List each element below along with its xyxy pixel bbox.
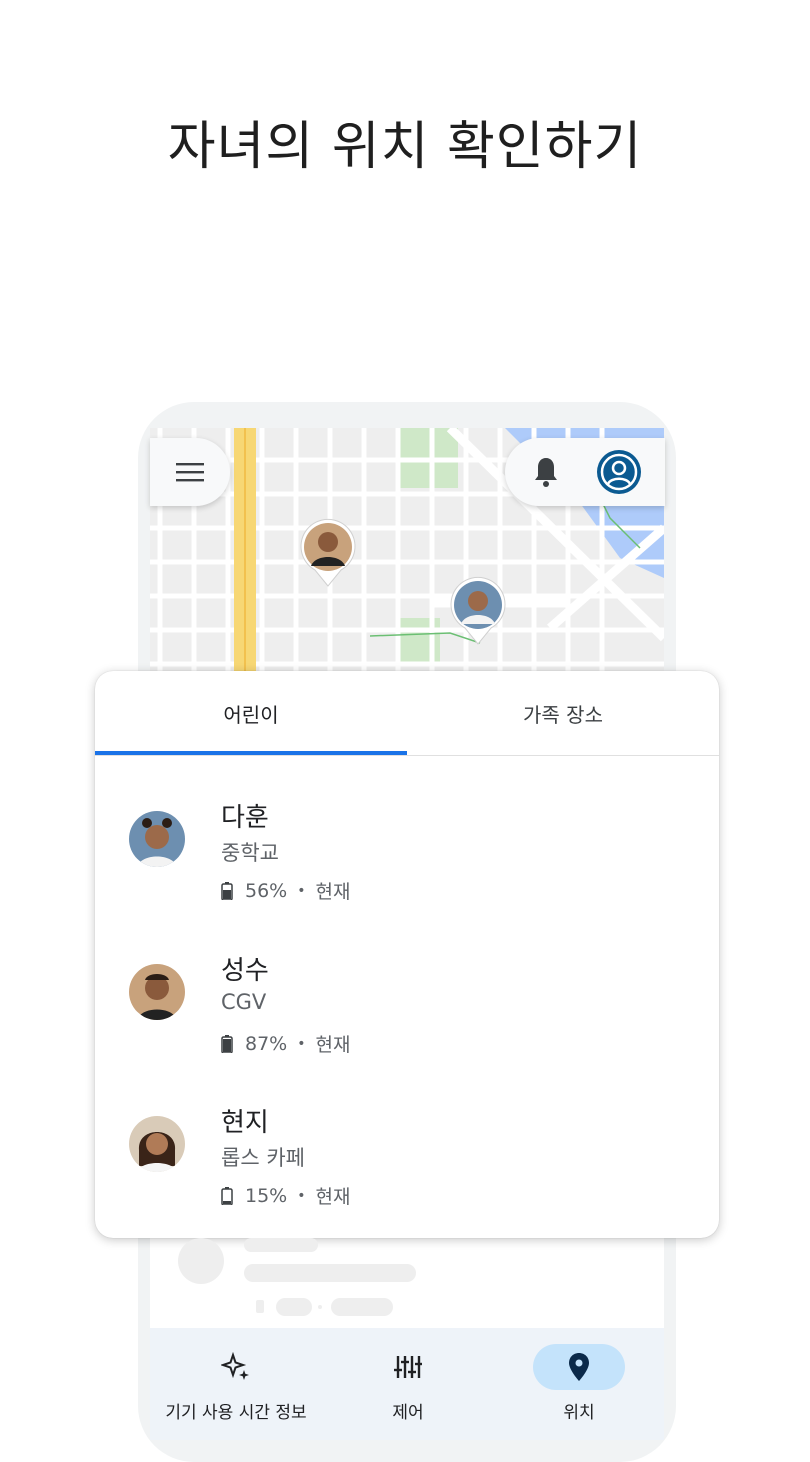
bell-icon[interactable] [533,456,559,488]
sparkle-icon [221,1352,249,1380]
tab-family-places[interactable]: 가족 장소 [407,671,719,755]
battery-level: 15% [245,1184,288,1207]
nav-controls[interactable]: 제어 [322,1328,494,1440]
list-item[interactable]: 다훈 중학교 56% • 현재 [95,789,719,929]
nav-label: 위치 [563,1403,595,1423]
page-headline: 자녀의 위치 확인하기 [167,117,643,177]
nav-screen-time[interactable]: 기기 사용 시간 정보 [150,1328,322,1440]
map-pin-child[interactable] [299,518,357,588]
child-name: 다훈 [221,803,269,833]
battery-icon [221,1186,233,1205]
child-name: 현지 [221,1108,269,1138]
nav-location[interactable]: 위치 [494,1328,664,1440]
account-button[interactable] [597,450,641,494]
skeleton-line [244,1264,416,1282]
child-name: 성수 [221,956,269,986]
battery-icon [221,1034,233,1053]
skeleton-avatar [178,1238,224,1284]
last-seen: 현재 [315,881,351,903]
sliders-icon [394,1356,422,1378]
battery-level: 87% [245,1032,288,1055]
child-location: CGV [221,990,267,1014]
child-status: 87% • 현재 [221,1030,350,1057]
separator: • [297,882,306,899]
top-actions [505,438,665,506]
skeleton-battery [256,1300,264,1313]
tab-indicator [95,751,407,755]
nav-label: 기기 사용 시간 정보 [165,1403,307,1423]
skeleton-line [331,1298,393,1316]
children-panel: 어린이 가족 장소 다훈 중학교 56% • 현재 성수 CGV 87% • 현… [95,671,719,1238]
account-circle-icon [600,453,638,491]
skeleton-line [276,1298,312,1316]
separator: • [297,1187,306,1204]
child-location: 중학교 [221,841,279,865]
child-status: 56% • 현재 [221,877,350,904]
nav-label: 제어 [392,1403,424,1423]
tab-children[interactable]: 어린이 [95,671,407,755]
map-pin-child[interactable] [449,576,507,646]
tab-bar: 어린이 가족 장소 [95,671,719,756]
list-item[interactable]: 현지 롭스 카페 15% • 현재 [95,1094,719,1234]
bottom-navigation: 기기 사용 시간 정보 제어 위치 [150,1328,664,1440]
child-location: 롭스 카페 [221,1146,305,1170]
last-seen: 현재 [315,1034,351,1056]
separator: • [297,1035,306,1052]
child-status: 15% • 현재 [221,1182,350,1209]
skeleton-line [244,1238,318,1252]
avatar [129,811,185,867]
battery-level: 56% [245,879,288,902]
menu-icon [176,463,204,482]
last-seen: 현재 [315,1186,351,1208]
skeleton-dot [318,1305,322,1309]
battery-icon [221,881,233,900]
list-item[interactable]: 성수 CGV 87% • 현재 [95,942,719,1082]
avatar [129,964,185,1020]
avatar [129,1116,185,1172]
location-pin-icon [569,1353,589,1381]
menu-button[interactable] [150,438,230,506]
